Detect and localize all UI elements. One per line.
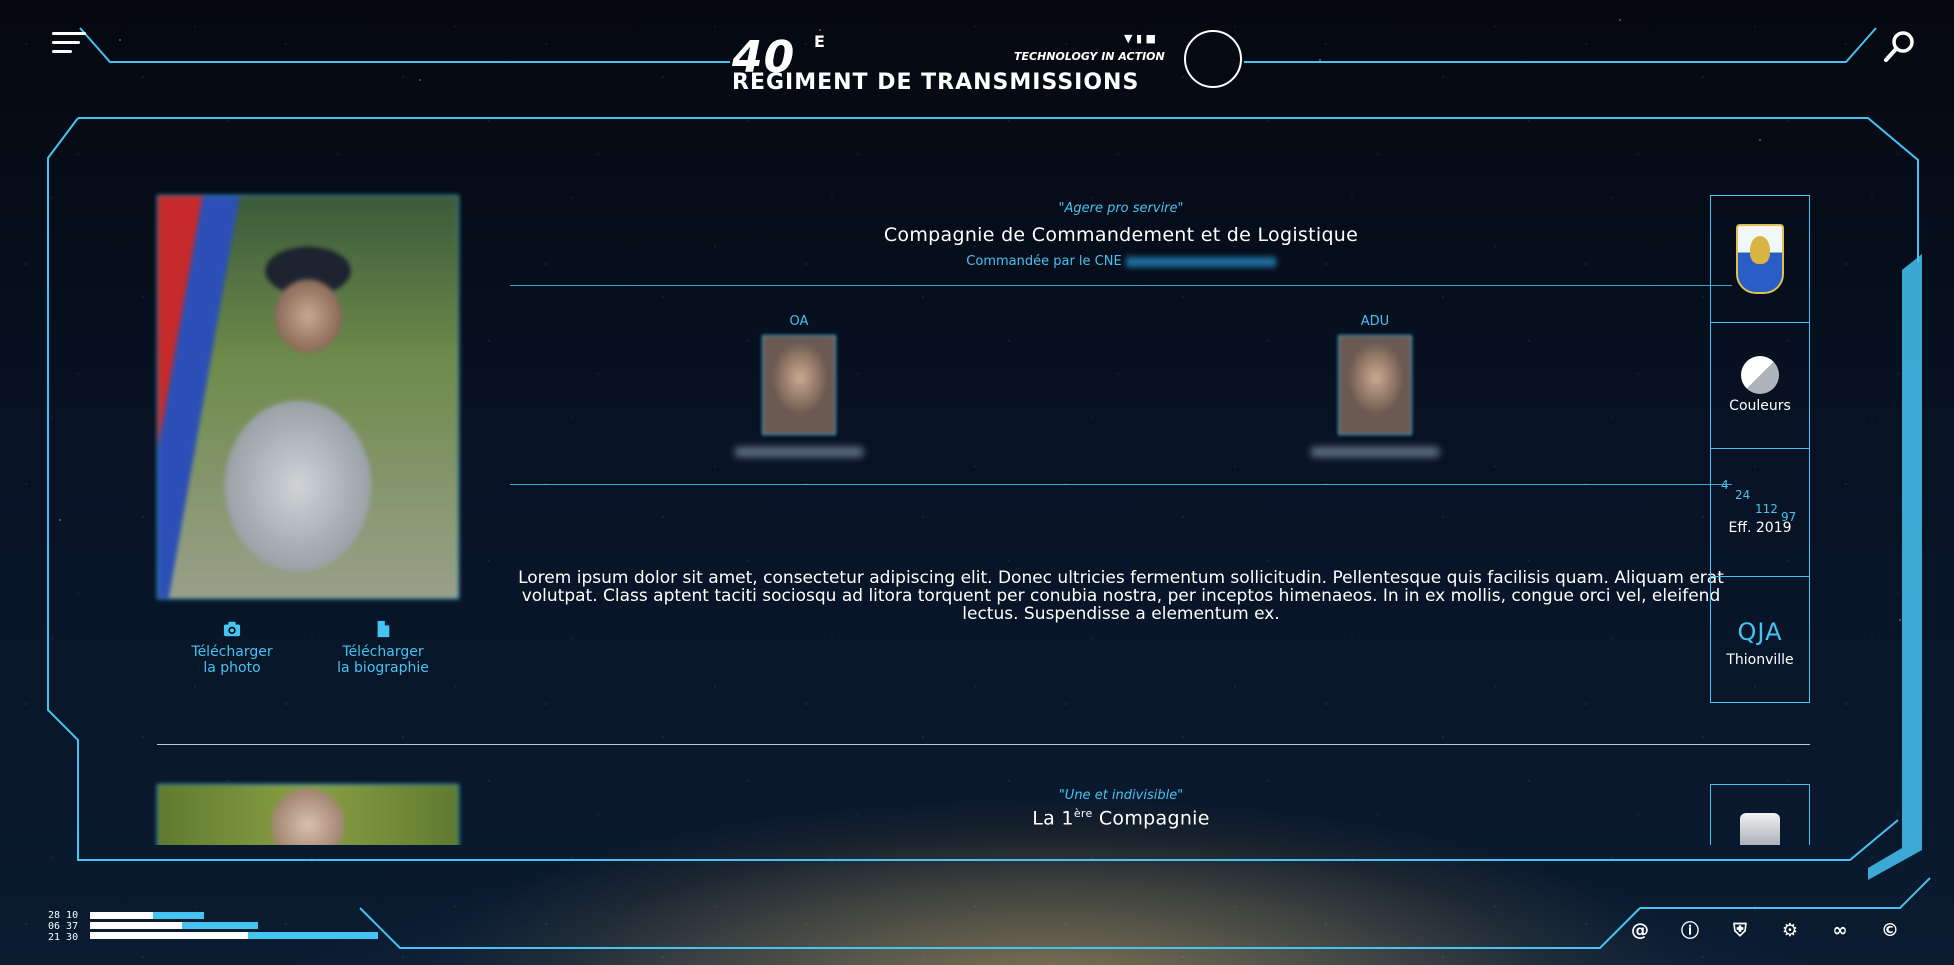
location-code: QJA: [1737, 618, 1783, 646]
file-icon: [377, 620, 390, 638]
redacted-name: [1311, 447, 1439, 457]
unit-title-suffix: Compagnie: [1092, 807, 1210, 830]
unit-title: La 1ère Compagnie: [510, 807, 1732, 829]
download-bio-line1: Télécharger: [342, 644, 424, 660]
effectives-cell[interactable]: 4 24 112 97 Eff. 2019: [1711, 448, 1809, 577]
location-cell[interactable]: QJA Thionville: [1711, 576, 1809, 702]
staff-role: OA: [789, 314, 809, 329]
staff-row: OA ADU: [510, 286, 1732, 484]
search-icon[interactable]: [1882, 28, 1918, 64]
gear-icon[interactable]: ⚙: [1778, 918, 1802, 942]
staff-photo: [1338, 335, 1412, 435]
info-icon[interactable]: ⓘ: [1678, 918, 1702, 942]
flags-icon: ▼ ▮ ■: [1124, 32, 1156, 45]
redacted-name: [735, 447, 863, 457]
at-icon[interactable]: @: [1628, 918, 1652, 942]
unit-description: Lorem ipsum dolor sit amet, consectetur …: [518, 568, 1724, 624]
copyright-icon[interactable]: ©: [1878, 918, 1902, 942]
insignia-icon: [1740, 813, 1780, 845]
effectives-breakdown: 4 24 112 97: [1711, 448, 1809, 524]
regiment-logo[interactable]: 40 E TECHNOLOGY IN ACTION ▼ ▮ ■ REGIMENT…: [732, 28, 1244, 100]
colors-icon: [1741, 356, 1779, 394]
link-icon[interactable]: ∞: [1828, 918, 1852, 942]
status-line: 06 37: [48, 921, 79, 932]
download-bio-line2: la biographie: [337, 660, 429, 676]
logo-tagline: TECHNOLOGY IN ACTION: [1014, 50, 1165, 63]
status-line: 21 30: [48, 932, 79, 943]
status-bar: [90, 912, 390, 919]
commanded-by: Commandée par le CNE: [510, 254, 1732, 269]
regiment-seal-icon: [1184, 30, 1242, 88]
unit-details: "Agere pro servire" Compagnie de Command…: [510, 195, 1732, 623]
commanded-by-label: Commandée par le CNE: [966, 254, 1122, 269]
download-photo-line1: Télécharger: [191, 644, 273, 660]
colors-cell[interactable]: Couleurs: [1711, 322, 1809, 449]
unit-side-panel: [1710, 784, 1810, 845]
commander-photo: [157, 195, 459, 599]
eff-officers: 4: [1721, 478, 1729, 492]
colors-label: Couleurs: [1729, 398, 1791, 414]
staff-card-adu[interactable]: ADU: [1305, 314, 1445, 457]
staff-role: ADU: [1360, 314, 1390, 329]
redacted-name: [1125, 256, 1276, 267]
unit-title-prefix: La 1: [1032, 807, 1074, 830]
status-readout: 28 10 06 37 21 30: [48, 910, 78, 943]
shield-icon[interactable]: ⛨: [1728, 918, 1752, 942]
staff-card-oa[interactable]: OA: [729, 314, 869, 457]
commander-photo: [157, 784, 459, 845]
footer-toolbar: @ ⓘ ⛨ ⚙ ∞ ©: [1628, 918, 1902, 943]
download-photo-line2: la photo: [203, 660, 261, 676]
divider: [510, 484, 1732, 485]
unit-side-panel: Couleurs 4 24 112 97 Eff. 2019 QJA Thion…: [1710, 195, 1810, 703]
download-biography-link[interactable]: Télécharger la biographie: [318, 620, 448, 676]
camera-icon: [223, 621, 241, 637]
unit-motto: "Agere pro servire": [1058, 201, 1184, 216]
status-bar: [90, 922, 390, 929]
insignia-icon: [1736, 224, 1784, 294]
download-photo-link[interactable]: Télécharger la photo: [176, 620, 288, 676]
logo-title: REGIMENT DE TRANSMISSIONS: [732, 70, 1140, 95]
unit-insignia[interactable]: [1711, 196, 1809, 323]
unit-details: "Une et indivisible" La 1ère Compagnie: [510, 784, 1732, 829]
menu-icon[interactable]: [52, 32, 86, 60]
unit-motto: "Une et indivisible": [1058, 788, 1184, 803]
staff-photo: [762, 335, 836, 435]
main-panel: Télécharger la photo Télécharger la biog…: [70, 120, 1870, 845]
eff-civilians: 97: [1781, 510, 1797, 524]
card-separator: [157, 744, 1810, 745]
eff-nco: 24: [1735, 488, 1751, 502]
unit-title: Compagnie de Commandement et de Logistiq…: [883, 224, 1359, 246]
status-bars: [90, 912, 390, 942]
status-line: 28 10: [48, 910, 79, 921]
logo-superscript: E: [814, 32, 825, 51]
location-name: Thionville: [1726, 652, 1794, 668]
status-bar: [90, 932, 390, 939]
eff-soldiers: 112: [1755, 502, 1778, 516]
unit-title-sup: ère: [1073, 807, 1093, 820]
